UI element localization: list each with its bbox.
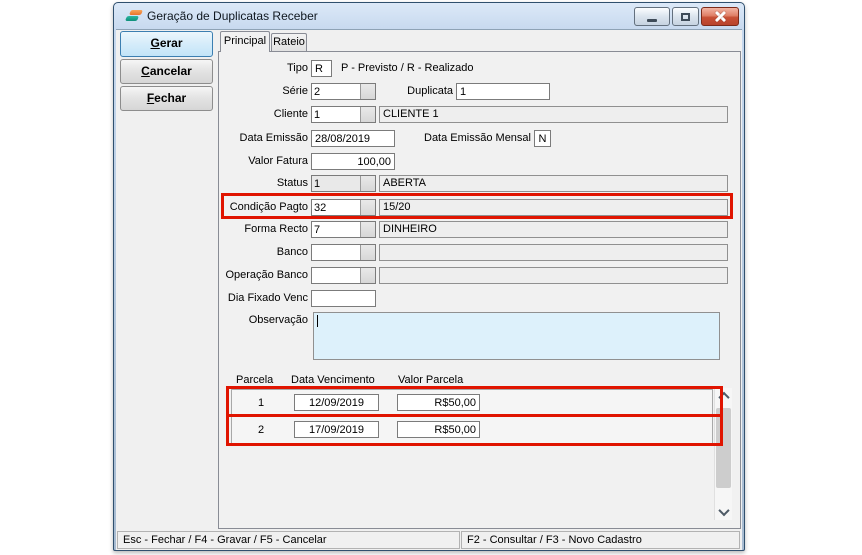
operacao-banco-desc-field [379, 267, 728, 284]
row-valor-fatura: Valor Fatura [219, 153, 740, 170]
banco-label: Banco [219, 244, 308, 261]
chevron-down-icon [718, 505, 729, 516]
serie-label: Série [219, 83, 308, 100]
condicao-pagto-combo [311, 199, 376, 216]
parcela-row: 1 [231, 389, 713, 417]
valor-parcela-header: Valor Parcela [398, 374, 463, 386]
condicao-pagto-code-input[interactable] [312, 200, 360, 215]
window-controls [634, 7, 739, 26]
banco-combo [311, 244, 376, 261]
forma-recto-code-input[interactable] [312, 222, 360, 237]
banco-code-input[interactable] [312, 245, 360, 260]
parcela-header: Parcela [236, 374, 273, 386]
parcela-row: 2 [231, 416, 713, 444]
gerar-button[interactable]: Gerar [120, 31, 213, 57]
forma-recto-desc-field: DINHEIRO [379, 221, 728, 238]
tab-panel-principal: Tipo P - Previsto / R - Realizado Série … [218, 51, 741, 529]
data-emissao-mensal-input[interactable] [534, 130, 551, 147]
dia-fixado-venc-label: Dia Fixado Venc [219, 290, 308, 307]
operacao-banco-lookup-button[interactable] [360, 268, 375, 283]
valor-fatura-label: Valor Fatura [219, 153, 308, 170]
status-code-input[interactable] [312, 176, 360, 191]
row-forma-recto: Forma Recto DINHEIRO [219, 221, 740, 238]
tipo-hint: P - Previsto / R - Realizado [341, 60, 473, 77]
row-banco: Banco [219, 244, 740, 261]
app-logo-icon [125, 9, 143, 23]
row-operacao-banco: Operação Banco [219, 267, 740, 284]
parcela-number: 1 [246, 397, 276, 409]
tab-rateio[interactable]: Rateio [271, 33, 307, 52]
operacao-banco-code-input[interactable] [312, 268, 360, 283]
status-lookup-button[interactable] [360, 176, 375, 191]
chevron-up-icon [718, 392, 729, 403]
banco-lookup-button[interactable] [360, 245, 375, 260]
condicao-pagto-lookup-button[interactable] [360, 200, 375, 215]
dia-fixado-venc-input[interactable] [311, 290, 376, 307]
cliente-desc-field: CLIENTE 1 [379, 106, 728, 123]
cancelar-button[interactable]: Cancelar [120, 59, 213, 84]
data-vencimento-input-2[interactable] [294, 421, 379, 438]
cliente-lookup-button[interactable] [360, 107, 375, 122]
row-status: Status ABERTA [219, 175, 740, 192]
status-desc-field: ABERTA [379, 175, 728, 192]
cliente-code-input[interactable] [312, 107, 360, 122]
row-data-emissao: Data Emissão Data Emissão Mensal [219, 130, 740, 147]
text-caret [317, 315, 318, 327]
scrollbar-thumb[interactable] [716, 408, 731, 488]
scroll-up-button[interactable] [715, 388, 732, 404]
row-tipo: Tipo P - Previsto / R - Realizado [219, 60, 740, 77]
data-vencimento-header: Data Vencimento [291, 374, 375, 386]
condicao-pagto-label: Condição Pagto [219, 199, 308, 216]
statusbar-shortcuts-left: Esc - Fechar / F4 - Gravar / F5 - Cancel… [117, 531, 460, 549]
tab-principal[interactable]: Principal [220, 31, 270, 52]
data-vencimento-input-1[interactable] [294, 394, 379, 411]
duplicata-input[interactable] [456, 83, 550, 100]
scroll-down-button[interactable] [715, 504, 732, 520]
tipo-input[interactable] [311, 60, 332, 77]
status-bar: Esc - Fechar / F4 - Gravar / F5 - Cancel… [116, 530, 741, 550]
operacao-banco-label: Operação Banco [219, 267, 308, 284]
titlebar[interactable]: Geração de Duplicatas Receber [116, 3, 742, 29]
minimize-button[interactable] [634, 7, 670, 26]
operacao-banco-combo [311, 267, 376, 284]
valor-fatura-input[interactable] [311, 153, 395, 170]
close-icon [714, 10, 727, 23]
close-button[interactable] [701, 7, 739, 26]
valor-parcela-input-2[interactable] [397, 421, 480, 438]
condicao-pagto-desc-field: 15/20 [379, 199, 728, 216]
tipo-label: Tipo [219, 60, 308, 77]
fechar-button[interactable]: Fechar [120, 86, 213, 111]
row-serie: Série Duplicata [219, 83, 740, 100]
statusbar-shortcuts-right: F2 - Consultar / F3 - Novo Cadastro [461, 531, 740, 549]
observacao-textarea[interactable] [313, 312, 720, 360]
maximize-icon [681, 13, 690, 21]
app-window: Geração de Duplicatas Receber Gerar Canc… [113, 2, 745, 551]
cliente-combo [311, 106, 376, 123]
duplicata-label: Duplicata [365, 83, 453, 100]
window-client-area: Gerar Cancelar Fechar Principal Rateio T… [116, 29, 742, 550]
minimize-icon [647, 19, 657, 22]
parcela-number: 2 [246, 424, 276, 436]
banco-desc-field [379, 244, 728, 261]
observacao-label: Observação [219, 312, 308, 329]
forma-recto-label: Forma Recto [219, 221, 308, 238]
status-combo [311, 175, 376, 192]
forma-recto-combo [311, 221, 376, 238]
row-condicao-pagto: Condição Pagto 15/20 [219, 199, 740, 216]
maximize-button[interactable] [672, 7, 699, 26]
row-dia-fixado-venc: Dia Fixado Venc [219, 290, 740, 307]
serie-input[interactable] [312, 84, 360, 99]
data-emissao-label: Data Emissão [219, 130, 308, 147]
data-emissao-mensal-label: Data Emissão Mensal [395, 130, 531, 147]
valor-parcela-input-1[interactable] [397, 394, 480, 411]
row-observacao: Observação [219, 312, 740, 360]
data-emissao-input[interactable] [311, 130, 395, 147]
row-cliente: Cliente CLIENTE 1 [219, 106, 740, 123]
vertical-scrollbar[interactable] [714, 388, 732, 520]
forma-recto-lookup-button[interactable] [360, 222, 375, 237]
window-title: Geração de Duplicatas Receber [147, 9, 318, 23]
cliente-label: Cliente [219, 106, 308, 123]
status-label: Status [219, 175, 308, 192]
